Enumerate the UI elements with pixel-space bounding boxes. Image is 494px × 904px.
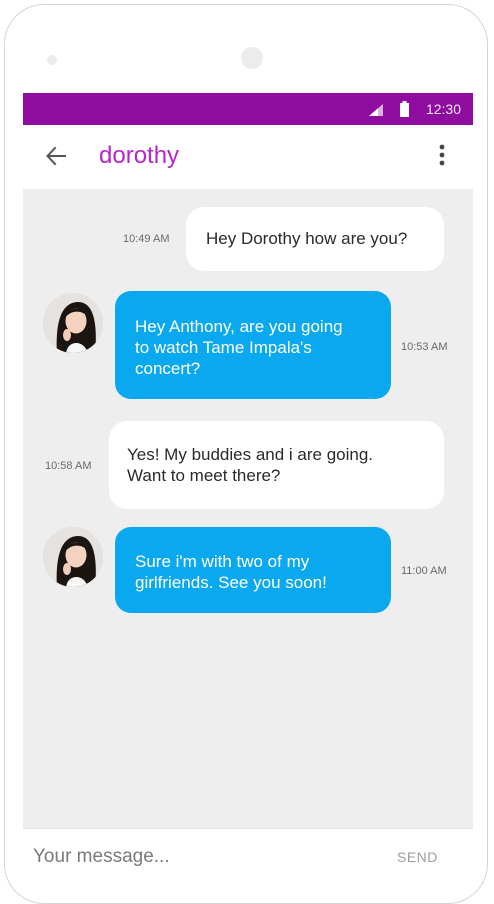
incoming-message-bubble: Sure i'm with two of my girlfriends. See…	[115, 527, 391, 613]
message-timestamp: 11:00 AM	[401, 565, 447, 577]
message-line: concert?	[135, 359, 201, 378]
incoming-message-bubble: Hey Anthony, are you going to watch Tame…	[115, 291, 391, 399]
send-button[interactable]: SEND	[397, 849, 438, 865]
message-line: girlfriends. See you soon!	[135, 573, 327, 592]
proximity-sensor	[47, 55, 57, 65]
battery-icon	[400, 101, 409, 117]
message-line: Hey Anthony, are you going	[135, 317, 343, 336]
message-timestamp: 10:58 AM	[45, 460, 92, 472]
message-line: Want to meet there?	[127, 466, 281, 485]
message-timestamp: 10:53 AM	[401, 341, 448, 353]
back-arrow-icon[interactable]	[45, 145, 67, 167]
clock: 12:30	[425, 101, 461, 117]
cell-signal-icon	[369, 104, 383, 116]
phone-frame: 12:30 dorothy 10:49 AM Hey Dorothy how a…	[4, 4, 488, 904]
chat-screen: 12:30 dorothy 10:49 AM Hey Dorothy how a…	[23, 93, 473, 882]
more-options-icon[interactable]	[437, 143, 447, 167]
message-text: Hey Dorothy how are you?	[206, 229, 408, 248]
contact-avatar	[43, 293, 103, 353]
message-line: Sure i'm with two of my	[135, 552, 310, 571]
status-bar: 12:30	[23, 93, 473, 125]
message-timestamp: 10:49 AM	[123, 233, 170, 245]
message-input[interactable]	[33, 843, 333, 871]
front-camera	[241, 47, 263, 69]
contact-name: dorothy	[99, 142, 180, 169]
message-composer: SEND	[23, 828, 473, 882]
outgoing-message-bubble: Hey Dorothy how are you?	[186, 207, 444, 271]
app-bar: dorothy	[23, 125, 473, 189]
outgoing-message-bubble: Yes! My buddies and i are going. Want to…	[109, 421, 444, 509]
message-line: Yes! My buddies and i are going.	[127, 445, 374, 464]
message-line: to watch Tame Impala's	[135, 338, 312, 357]
contact-avatar	[43, 527, 103, 587]
